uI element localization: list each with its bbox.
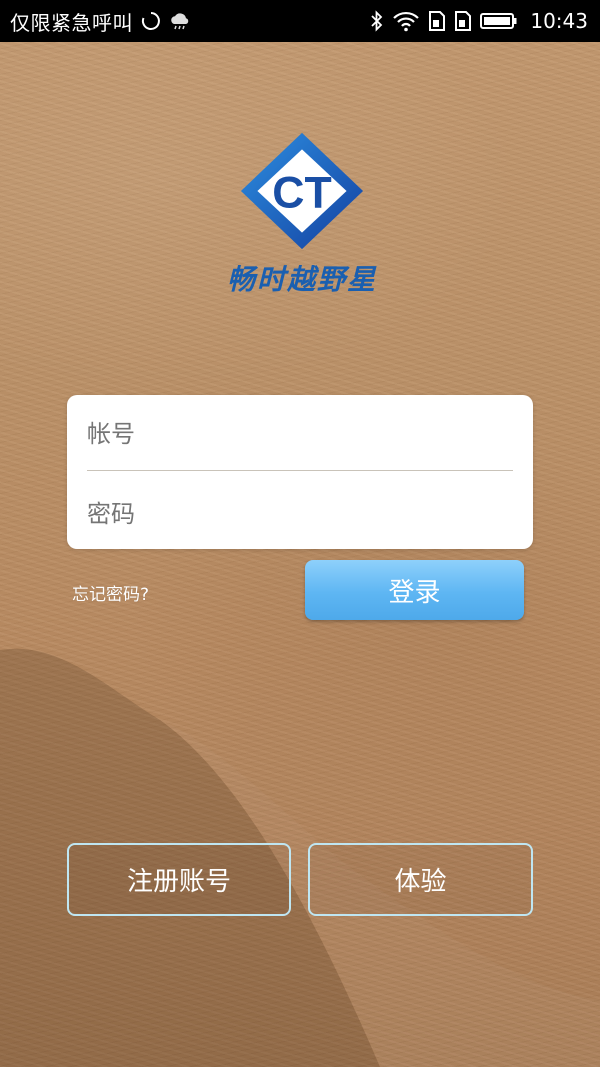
bluetooth-icon xyxy=(370,10,384,32)
app-logo: CT 畅时越野星 xyxy=(220,128,384,298)
cloud-icon xyxy=(169,12,191,30)
field-divider xyxy=(87,470,513,471)
sim-card-icon xyxy=(428,10,446,32)
forgot-password-link[interactable]: 忘记密码? xyxy=(72,580,149,605)
trial-button[interactable]: 体验 xyxy=(308,843,533,916)
app-name: 畅时越野星 xyxy=(226,263,377,296)
carrier-text: 仅限紧急呼叫 xyxy=(10,10,133,35)
account-input[interactable] xyxy=(87,403,513,465)
login-button[interactable]: 登录 xyxy=(305,560,524,620)
password-input[interactable] xyxy=(87,483,513,545)
login-screen: 仅限紧急呼叫 10:43 CT 畅时越野星 帐号 忘记密码? 登录 注册账号 体… xyxy=(0,0,600,1067)
status-bar: 仅限紧急呼叫 10:43 xyxy=(0,0,600,42)
ct-logo-mark: CT xyxy=(240,132,364,250)
register-account-button[interactable]: 注册账号 xyxy=(67,843,291,916)
login-card xyxy=(67,395,533,549)
wifi-icon xyxy=(392,10,420,32)
battery-icon xyxy=(480,11,518,31)
status-left: 仅限紧急呼叫 xyxy=(10,7,191,36)
status-right: 10:43 xyxy=(370,9,588,33)
clock: 10:43 xyxy=(530,9,588,33)
sim-card-icon xyxy=(454,10,472,32)
loading-spinner-icon xyxy=(141,11,161,31)
logo-mark-text: CT xyxy=(272,168,331,217)
